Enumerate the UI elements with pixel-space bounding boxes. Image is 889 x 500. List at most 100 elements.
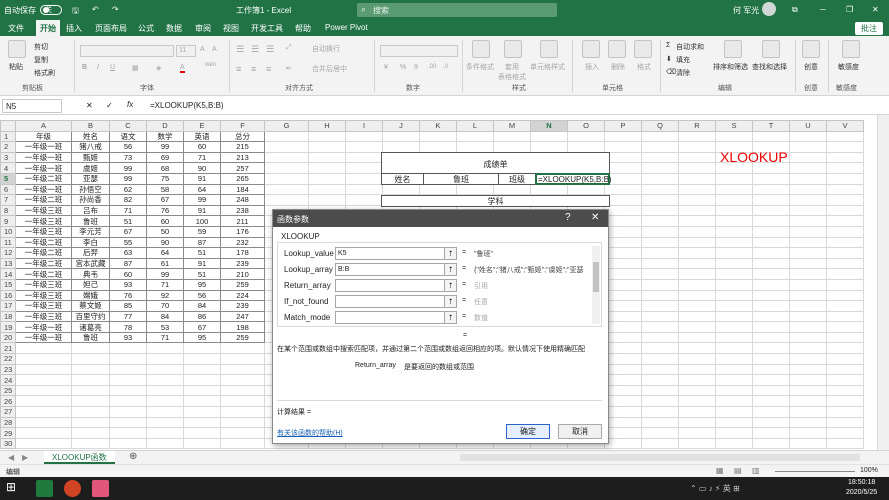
sort-filter-button[interactable]: 排序和筛选	[713, 62, 748, 72]
cell[interactable]	[641, 437, 679, 450]
cell-styles-icon[interactable]	[540, 40, 558, 58]
cell[interactable]	[146, 437, 184, 450]
cell[interactable]	[641, 130, 679, 143]
column-header[interactable]: U	[789, 120, 827, 132]
align-top-icon[interactable]: ☰	[236, 44, 244, 55]
cell[interactable]	[308, 172, 346, 185]
column-header[interactable]: L	[456, 120, 494, 132]
cell[interactable]	[789, 300, 827, 312]
cell[interactable]	[641, 215, 679, 227]
cell[interactable]: 孙尚香	[71, 194, 110, 206]
cell[interactable]	[826, 374, 864, 386]
cell[interactable]	[109, 374, 147, 386]
cell[interactable]	[183, 342, 221, 355]
cell[interactable]: 一年级一班	[15, 183, 72, 196]
cell[interactable]: 99	[146, 141, 184, 153]
cell[interactable]	[308, 141, 346, 153]
confirm-entry-icon[interactable]: ✓	[106, 101, 113, 110]
cell[interactable]	[826, 151, 864, 164]
cell[interactable]: 吕布	[71, 204, 110, 217]
insert-cells-button[interactable]: 插入	[585, 62, 599, 72]
cell[interactable]	[789, 141, 827, 153]
cell[interactable]	[146, 406, 184, 418]
row-header[interactable]: 12	[0, 247, 16, 259]
cell[interactable]: 一年级二班	[15, 247, 72, 259]
cell[interactable]: 56	[109, 141, 147, 153]
cell[interactable]	[641, 374, 679, 386]
cell[interactable]	[641, 427, 679, 439]
row-header[interactable]: 23	[0, 363, 16, 376]
cell[interactable]	[604, 300, 642, 312]
cell[interactable]	[826, 172, 864, 185]
cell[interactable]: 60	[183, 141, 221, 153]
cell[interactable]: 100	[183, 215, 221, 227]
cell[interactable]	[604, 204, 642, 217]
cell[interactable]	[789, 437, 827, 450]
cell[interactable]: 78	[109, 321, 147, 333]
row-header[interactable]: 13	[0, 257, 16, 270]
cell[interactable]: 一年级二班	[15, 268, 72, 280]
row-header[interactable]: 4	[0, 162, 16, 174]
copy-button[interactable]: 复制	[34, 55, 48, 65]
row-header[interactable]: 5	[0, 172, 16, 185]
column-header[interactable]: H	[308, 120, 346, 132]
cell[interactable]	[752, 353, 790, 365]
cell[interactable]	[641, 172, 679, 185]
zoom-level[interactable]: 100%	[860, 467, 878, 474]
cell[interactable]	[604, 353, 642, 365]
cell[interactable]	[715, 374, 753, 386]
formula-input[interactable]: =XLOOKUP(K5,B:B)	[150, 101, 224, 110]
cell[interactable]	[308, 162, 346, 174]
cell[interactable]	[604, 406, 642, 418]
cell[interactable]	[752, 204, 790, 217]
row-header[interactable]: 20	[0, 331, 16, 344]
cell[interactable]	[752, 172, 790, 185]
cell[interactable]	[15, 406, 72, 418]
cell[interactable]	[71, 342, 110, 355]
cell[interactable]	[71, 416, 110, 429]
italic-button[interactable]: I	[97, 64, 99, 71]
cell[interactable]	[715, 215, 753, 227]
column-header[interactable]: E	[183, 120, 221, 132]
cell[interactable]	[789, 406, 827, 418]
cell[interactable]	[264, 141, 309, 153]
cell[interactable]	[345, 172, 383, 185]
find-select-icon[interactable]	[762, 40, 780, 58]
redo-icon[interactable]: ↷	[112, 5, 119, 14]
argument-input[interactable]	[335, 311, 457, 324]
report-card-title[interactable]: 成绩单	[381, 152, 610, 174]
close-icon[interactable]: ✕	[872, 5, 879, 14]
cell[interactable]	[641, 416, 679, 429]
cell[interactable]	[641, 395, 679, 408]
cell[interactable]	[752, 331, 790, 344]
cell[interactable]	[15, 342, 72, 355]
cell[interactable]: 鲁班	[71, 215, 110, 227]
cell[interactable]: 84	[183, 300, 221, 312]
cell[interactable]: 99	[146, 268, 184, 280]
cell[interactable]: 93	[109, 278, 147, 291]
cell[interactable]	[220, 395, 265, 408]
cell[interactable]	[789, 310, 827, 323]
cell[interactable]	[308, 183, 346, 196]
cell[interactable]	[826, 236, 864, 249]
cell[interactable]	[604, 162, 642, 174]
cell[interactable]	[109, 395, 147, 408]
row-header[interactable]: 14	[0, 268, 16, 280]
cell[interactable]: 87	[109, 257, 147, 270]
paste-button[interactable]: 粘贴	[9, 62, 23, 72]
cell[interactable]: 年级	[15, 130, 72, 143]
cell[interactable]	[678, 130, 716, 143]
cell[interactable]: 90	[183, 162, 221, 174]
format-as-table-button[interactable]: 套用 表格格式	[498, 62, 526, 82]
underline-button[interactable]: U	[110, 64, 115, 71]
cell[interactable]	[220, 406, 265, 418]
cell[interactable]	[715, 310, 753, 323]
row-header[interactable]: 29	[0, 427, 16, 439]
clear-icon[interactable]: ⌫	[666, 68, 676, 76]
cell[interactable]	[604, 278, 642, 291]
cell[interactable]	[752, 247, 790, 259]
cell[interactable]	[678, 204, 716, 217]
cell[interactable]: 247	[220, 310, 265, 323]
cell[interactable]: 一年级三班	[15, 204, 72, 217]
align-bottom-icon[interactable]: ☰	[266, 44, 274, 55]
